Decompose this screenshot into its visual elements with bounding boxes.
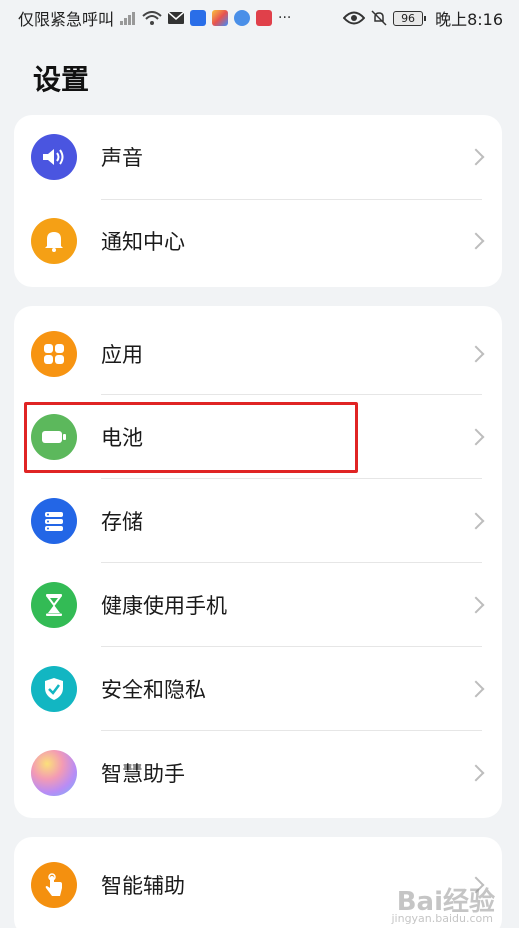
watermark-url: jingyan.baidu.com — [391, 912, 493, 925]
settings-group-2: 应用 电池 存储 健康使用手机 安全和隐私 智慧助手 — [14, 306, 502, 818]
chevron-right-icon — [467, 596, 485, 614]
battery-icon: 96 — [393, 10, 427, 26]
assistant-orb-icon — [31, 750, 77, 796]
status-bar-right: 96 晚上8:16 — [343, 6, 503, 30]
status-time: 晚上8:16 — [435, 10, 503, 29]
settings-item-label: 声音 — [101, 146, 143, 170]
settings-item-label: 存储 — [101, 510, 143, 534]
eye-icon — [343, 11, 366, 25]
storage-icon — [31, 498, 77, 544]
page-title: 设置 — [33, 63, 90, 96]
speaker-icon — [31, 134, 77, 180]
chevron-right-icon — [467, 148, 485, 166]
settings-item-notification-center[interactable]: 通知中心 — [14, 199, 502, 283]
hand-tap-icon — [31, 862, 77, 908]
bell-icon — [31, 218, 77, 264]
more-icon: ··· — [278, 10, 292, 26]
carrier-text: 仅限紧急呼叫 — [18, 10, 115, 29]
settings-item-sound[interactable]: 声音 — [14, 115, 502, 199]
wifi-icon — [142, 11, 162, 25]
status-bar: 仅限紧急呼叫 ··· 96 晚上8:16 — [0, 0, 519, 36]
highlight-box — [24, 402, 358, 473]
chevron-right-icon — [467, 764, 485, 782]
settings-item-label: 通知中心 — [101, 230, 185, 254]
chevron-right-icon — [467, 428, 485, 446]
settings-item-digital-balance[interactable]: 健康使用手机 — [14, 563, 502, 647]
settings-item-smart-assistant[interactable]: 智慧助手 — [14, 731, 502, 815]
mail-icon — [168, 12, 185, 24]
app-icon — [234, 10, 251, 26]
settings-item-label: 应用 — [101, 343, 143, 367]
status-bar-left: 仅限紧急呼叫 ··· — [18, 6, 291, 30]
settings-item-label: 健康使用手机 — [101, 594, 227, 618]
chevron-right-icon — [467, 512, 485, 530]
mute-bell-icon — [371, 10, 387, 26]
chevron-right-icon — [467, 232, 485, 250]
shield-icon — [31, 666, 77, 712]
hourglass-icon — [31, 582, 77, 628]
apps-grid-icon — [31, 331, 77, 377]
settings-item-label: 智能辅助 — [101, 874, 185, 898]
settings-item-security-privacy[interactable]: 安全和隐私 — [14, 647, 502, 731]
settings-item-label: 安全和隐私 — [101, 678, 206, 702]
battery-level: 96 — [401, 11, 416, 25]
app-icon — [212, 10, 229, 26]
chevron-right-icon — [467, 345, 485, 363]
app-icon — [256, 10, 273, 26]
app-icon — [190, 10, 207, 26]
settings-item-label: 智慧助手 — [101, 762, 185, 786]
settings-group-1: 声音 通知中心 — [14, 115, 502, 287]
settings-item-storage[interactable]: 存储 — [14, 479, 502, 563]
chevron-right-icon — [467, 680, 485, 698]
signal-icon — [120, 12, 136, 25]
settings-item-apps[interactable]: 应用 — [14, 312, 502, 396]
